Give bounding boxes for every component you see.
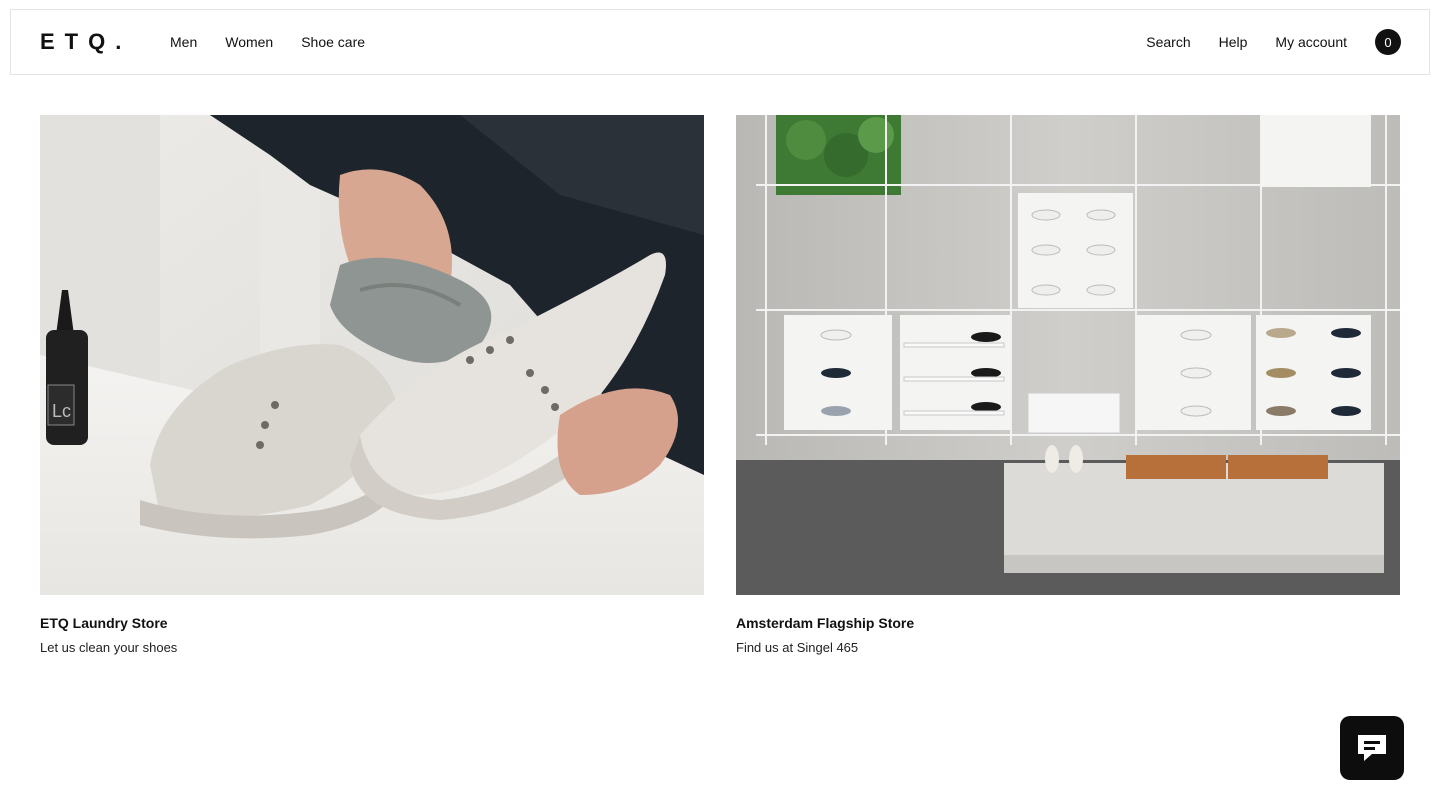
cart-count-badge[interactable]: 0 bbox=[1375, 29, 1401, 55]
card-subtitle: Let us clean your shoes bbox=[40, 640, 178, 655]
sneaker-cleaning-illustration: Lc bbox=[40, 115, 704, 595]
laundry-store-image[interactable]: Lc bbox=[40, 115, 704, 595]
svg-text:Lc: Lc bbox=[52, 401, 71, 421]
laundry-store-card: Lc ETQ Laundry Store Let us clean your s… bbox=[40, 115, 704, 657]
store-interior-illustration bbox=[736, 115, 1400, 595]
flagship-store-card: Amsterdam Flagship Store Find us at Sing… bbox=[736, 115, 1400, 657]
chat-icon bbox=[1358, 735, 1386, 761]
site-header: ETQ. Men Women Shoe care Search Help My … bbox=[10, 9, 1430, 75]
nav-my-account[interactable]: My account bbox=[1275, 34, 1347, 50]
nav-men[interactable]: Men bbox=[170, 34, 197, 50]
main-nav: Men Women Shoe care bbox=[170, 10, 365, 74]
card-title[interactable]: ETQ Laundry Store bbox=[40, 614, 704, 632]
chat-button[interactable] bbox=[1340, 716, 1404, 780]
etq-logo[interactable]: ETQ. bbox=[40, 30, 131, 54]
card-title[interactable]: Amsterdam Flagship Store bbox=[736, 614, 1400, 632]
nav-shoe-care[interactable]: Shoe care bbox=[301, 34, 365, 50]
nav-women[interactable]: Women bbox=[225, 34, 273, 50]
card-subtitle: Find us at Singel 465 bbox=[736, 640, 859, 655]
nav-help[interactable]: Help bbox=[1219, 34, 1248, 50]
utility-nav: Search Help My account 0 bbox=[1146, 10, 1401, 74]
flagship-store-image[interactable] bbox=[736, 115, 1400, 595]
nav-search[interactable]: Search bbox=[1146, 34, 1190, 50]
